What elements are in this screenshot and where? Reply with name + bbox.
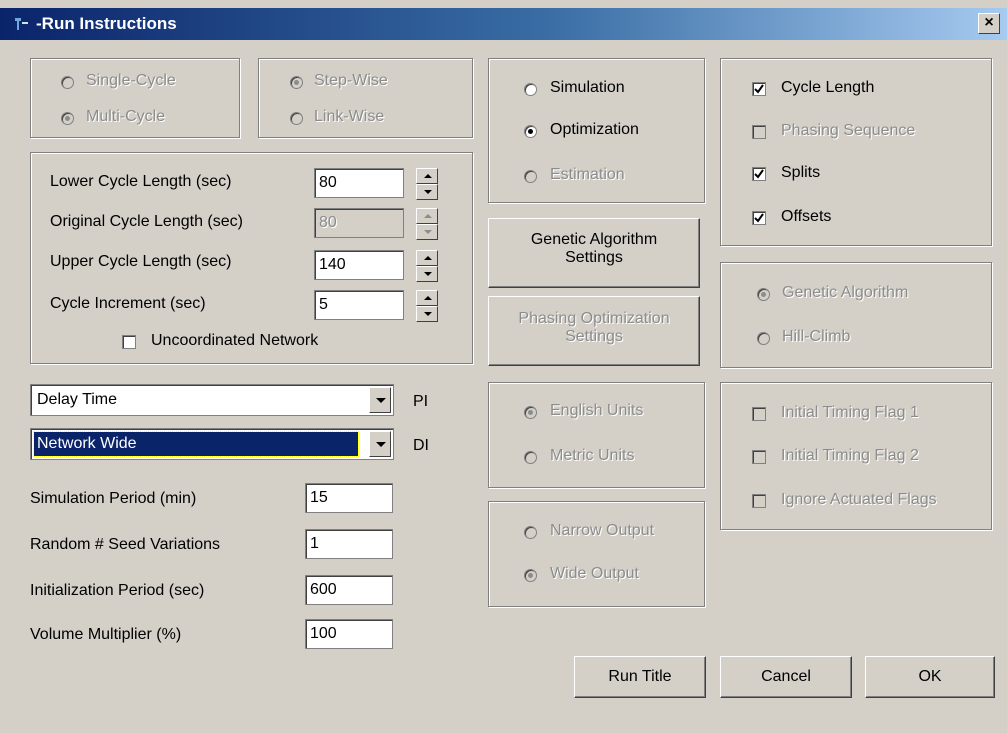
initialization-period-label: Initialization Period (sec)	[30, 582, 205, 599]
original-cycle-input: 80	[314, 208, 404, 238]
initial-timing-flag2-label: Initial Timing Flag 2	[781, 447, 919, 464]
original-cycle-spinner	[416, 208, 438, 240]
phasing-sequence-checkbox	[752, 125, 766, 139]
multi-cycle-label: Multi-Cycle	[86, 108, 166, 125]
di-dropdown[interactable]: Network Wide	[30, 428, 394, 460]
pi-dropdown-arrow[interactable]	[369, 387, 391, 413]
output-group	[488, 501, 705, 607]
simulation-period-label: Simulation Period (min)	[30, 490, 197, 507]
check-icon	[754, 213, 764, 223]
upper-cycle-spinner[interactable]	[416, 250, 438, 282]
pi-label: PI	[413, 393, 429, 410]
cycle-increment-input[interactable]: 5	[314, 290, 404, 320]
simulation-label: Simulation	[550, 79, 625, 96]
upper-cycle-label: Upper Cycle Length (sec)	[50, 253, 232, 270]
splits-checkbox[interactable]	[752, 167, 766, 181]
single-cycle-label: Single-Cycle	[86, 72, 176, 89]
wide-output-radio[interactable]	[524, 569, 537, 582]
phasing-sequence-label: Phasing Sequence	[781, 122, 916, 139]
estimation-radio[interactable]	[524, 170, 537, 183]
di-dropdown-arrow[interactable]	[369, 431, 391, 457]
narrow-output-radio[interactable]	[524, 526, 537, 539]
genetic-algorithm-label: Genetic Algorithm	[782, 284, 909, 301]
ga-button-line2: Settings	[565, 249, 623, 266]
hill-climb-radio[interactable]	[757, 332, 770, 345]
volume-multiplier-label: Volume Multiplier (%)	[30, 626, 182, 643]
multi-cycle-radio[interactable]	[61, 112, 74, 125]
offsets-checkbox[interactable]	[752, 211, 766, 225]
ignore-actuated-flags-checkbox	[752, 494, 766, 508]
metric-units-label: Metric Units	[550, 447, 635, 464]
wide-output-label: Wide Output	[550, 565, 639, 582]
step-wise-radio[interactable]	[290, 76, 303, 89]
run-title-button[interactable]: Run Title	[574, 656, 706, 698]
pi-dropdown[interactable]: Delay Time	[30, 384, 394, 416]
phasing-optimization-settings-button: Phasing Optimization Settings	[488, 296, 700, 366]
initial-timing-flag1-checkbox	[752, 407, 766, 421]
step-mode-group	[258, 58, 473, 138]
check-icon	[754, 169, 764, 179]
simulation-radio[interactable]	[524, 83, 537, 96]
lower-cycle-label: Lower Cycle Length (sec)	[50, 173, 232, 190]
check-icon	[754, 84, 764, 94]
offsets-label: Offsets	[781, 208, 832, 225]
genetic-algorithm-radio[interactable]	[757, 288, 770, 301]
genetic-algorithm-settings-button[interactable]: Genetic Algorithm Settings	[488, 218, 700, 288]
initial-timing-flag2-checkbox	[752, 450, 766, 464]
ga-button-line1: Genetic Algorithm	[530, 231, 658, 248]
lower-cycle-spinner[interactable]	[416, 168, 438, 200]
di-label: DI	[413, 437, 429, 454]
phasing-button-line2: Settings	[565, 328, 623, 345]
optimization-radio[interactable]	[524, 125, 537, 138]
cycle-length-checkbox[interactable]	[752, 82, 766, 96]
splits-label: Splits	[781, 164, 821, 181]
units-group	[488, 382, 705, 488]
uncoordinated-network-label: Uncoordinated Network	[151, 332, 319, 349]
link-wise-label: Link-Wise	[314, 108, 385, 125]
chevron-down-icon	[376, 442, 386, 447]
algorithm-group	[720, 262, 992, 368]
cycle-mode-group	[30, 58, 240, 138]
english-units-label: English Units	[550, 402, 644, 419]
lower-cycle-input[interactable]: 80	[314, 168, 404, 198]
app-icon	[15, 18, 28, 30]
hill-climb-label: Hill-Climb	[782, 328, 851, 345]
optimization-label: Optimization	[550, 121, 639, 138]
upper-cycle-input[interactable]: 140	[314, 250, 404, 280]
close-icon: ×	[984, 14, 994, 31]
volume-multiplier-input[interactable]: 100	[305, 619, 393, 649]
close-button[interactable]: ×	[978, 13, 1000, 34]
run-instructions-dialog: -Run Instructions × Single-Cycle Multi-C…	[0, 0, 1007, 733]
initialization-period-input[interactable]: 600	[305, 575, 393, 605]
initial-timing-flag1-label: Initial Timing Flag 1	[781, 404, 919, 421]
phasing-button-line1: Phasing Optimization	[518, 310, 670, 327]
english-units-radio[interactable]	[524, 406, 537, 419]
title-bar[interactable]: -Run Instructions ×	[0, 8, 1007, 40]
seed-variations-label: Random # Seed Variations	[30, 536, 221, 553]
metric-units-radio[interactable]	[524, 451, 537, 464]
window-title: -Run Instructions	[36, 14, 177, 33]
ignore-actuated-flags-label: Ignore Actuated Flags	[781, 491, 937, 508]
seed-variations-input[interactable]: 1	[305, 529, 393, 559]
single-cycle-radio[interactable]	[61, 76, 74, 89]
step-wise-label: Step-Wise	[314, 72, 388, 89]
link-wise-radio[interactable]	[290, 112, 303, 125]
di-value: Network Wide	[33, 431, 359, 457]
pi-value: Delay Time	[37, 391, 118, 408]
estimation-label: Estimation	[550, 166, 625, 183]
cycle-increment-label: Cycle Increment (sec)	[50, 295, 206, 312]
cycle-increment-spinner[interactable]	[416, 290, 438, 322]
cycle-length-label: Cycle Length	[781, 79, 875, 96]
narrow-output-label: Narrow Output	[550, 522, 655, 539]
chevron-down-icon	[376, 398, 386, 403]
cancel-button[interactable]: Cancel	[720, 656, 852, 698]
simulation-period-input[interactable]: 15	[305, 483, 393, 513]
ok-button[interactable]: OK	[865, 656, 995, 698]
uncoordinated-network-checkbox[interactable]	[122, 335, 136, 349]
original-cycle-label: Original Cycle Length (sec)	[50, 213, 243, 230]
